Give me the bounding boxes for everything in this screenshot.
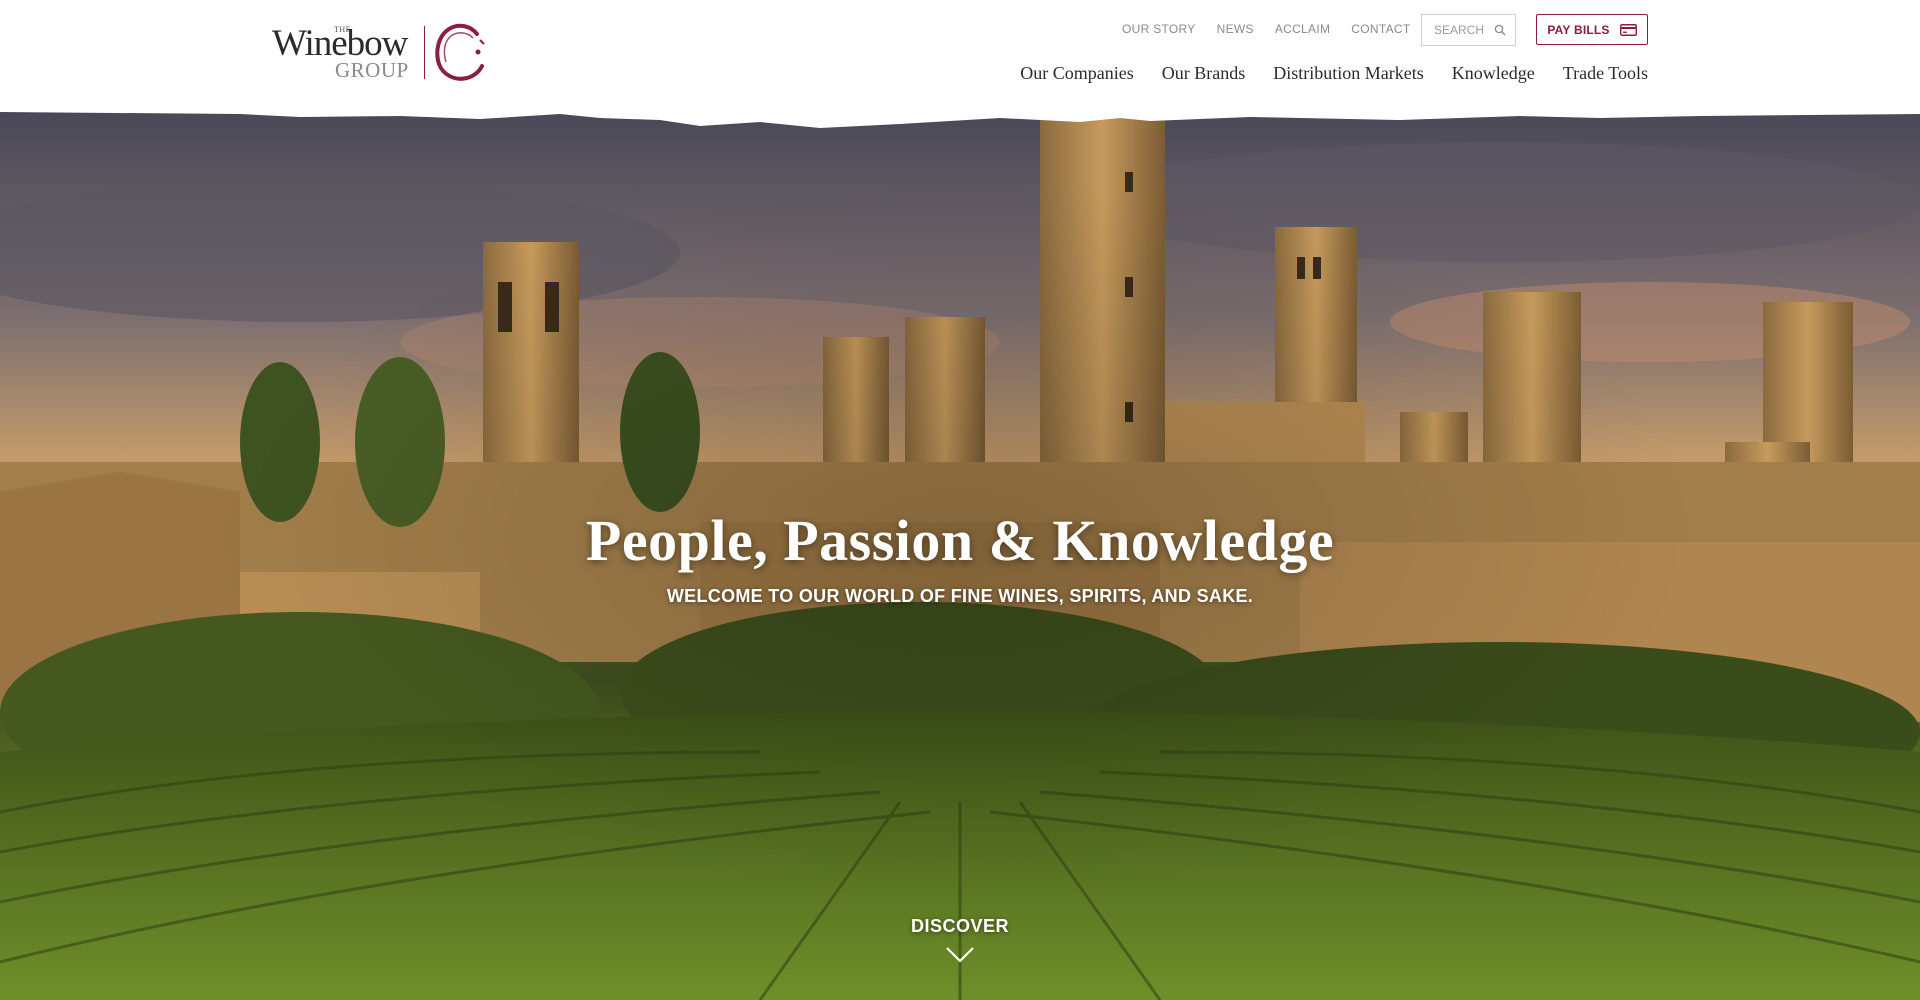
- logo-c-mark-icon: [435, 23, 485, 81]
- hero-subtitle: WELCOME TO OUR WORLD OF FINE WINES, SPIR…: [666, 586, 1254, 606]
- nav-knowledge[interactable]: Knowledge: [1452, 63, 1535, 84]
- hero-title: People, Passion & Knowledge: [585, 508, 1335, 573]
- hero-section: People, Passion & Knowledge WELCOME TO O…: [0, 112, 1920, 1000]
- util-link-news[interactable]: NEWS: [1217, 22, 1254, 36]
- utility-nav: OUR STORY NEWS ACCLAIM CONTACT: [1122, 21, 1410, 37]
- logo-divider: [424, 26, 425, 79]
- credit-card-icon: [1619, 23, 1637, 36]
- chevron-down-icon: [946, 947, 974, 963]
- nav-our-companies[interactable]: Our Companies: [1020, 63, 1133, 84]
- pay-bills-button[interactable]: PAY BILLS: [1536, 14, 1648, 45]
- torn-paper-edge: [0, 112, 1920, 128]
- logo-group-text: GROUP: [335, 58, 409, 82]
- search-icon[interactable]: [1494, 24, 1506, 36]
- site-header: THE Winebow GROUP OUR STORY NEWS ACCLAIM…: [0, 0, 1920, 112]
- search-box: [1421, 14, 1516, 46]
- nav-trade-tools[interactable]: Trade Tools: [1563, 63, 1648, 84]
- pay-bills-label: PAY BILLS: [1547, 22, 1610, 37]
- util-link-contact[interactable]: CONTACT: [1351, 22, 1410, 36]
- search-input[interactable]: [1434, 23, 1486, 37]
- util-link-our-story[interactable]: OUR STORY: [1122, 22, 1196, 36]
- main-nav: Our Companies Our Brands Distribution Ma…: [1020, 62, 1648, 84]
- nav-distribution-markets[interactable]: Distribution Markets: [1273, 63, 1424, 84]
- util-link-acclaim[interactable]: ACCLAIM: [1275, 22, 1330, 36]
- nav-our-brands[interactable]: Our Brands: [1162, 63, 1246, 84]
- discover-link[interactable]: DISCOVER: [900, 916, 1020, 986]
- winebow-group-logo[interactable]: THE Winebow GROUP: [272, 22, 488, 82]
- discover-label: DISCOVER: [910, 916, 1010, 936]
